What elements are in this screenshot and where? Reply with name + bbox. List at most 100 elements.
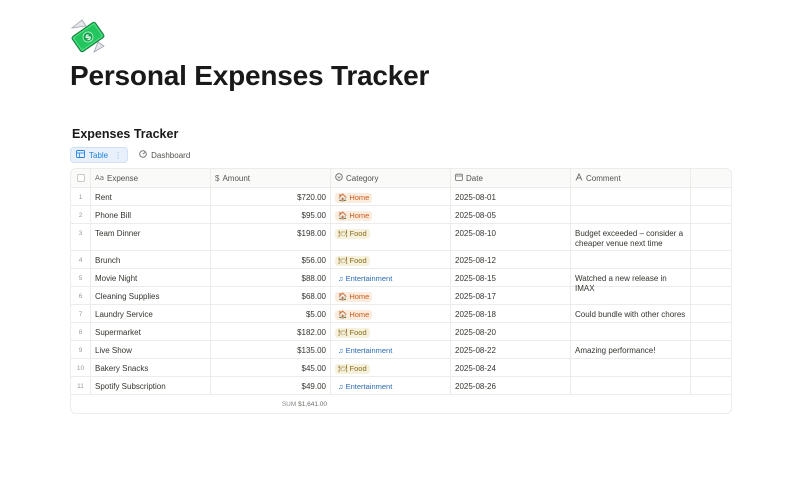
add-column-cell[interactable] bbox=[691, 169, 731, 187]
category-cell[interactable]: 🏠 Home bbox=[331, 287, 451, 304]
comment-cell[interactable] bbox=[571, 359, 691, 376]
category-tag[interactable]: ♫ Entertainment bbox=[335, 346, 395, 356]
amount-cell[interactable]: $49.00 bbox=[211, 377, 331, 394]
expense-cell[interactable]: Live Show bbox=[91, 341, 211, 358]
select-all-cell[interactable] bbox=[71, 169, 91, 187]
date-cell[interactable]: 2025-08-26 bbox=[451, 377, 571, 394]
category-tag[interactable]: 🍽 Food bbox=[335, 364, 370, 374]
category-cell[interactable]: 🍽 Food bbox=[331, 359, 451, 376]
comment-cell[interactable]: Budget exceeded – consider a cheaper ven… bbox=[571, 224, 691, 250]
category-tag[interactable]: 🏠 Home bbox=[335, 292, 373, 302]
amount-cell[interactable]: $88.00 bbox=[211, 269, 331, 286]
comment-cell[interactable] bbox=[571, 323, 691, 340]
category-tag[interactable]: 🏠 Home bbox=[335, 211, 373, 221]
expense-cell[interactable]: Brunch bbox=[91, 251, 211, 268]
tab-table[interactable]: Table ⋮ bbox=[70, 147, 129, 163]
amount-cell[interactable]: $56.00 bbox=[211, 251, 331, 268]
svg-text:Aa: Aa bbox=[95, 174, 104, 181]
select-all-checkbox[interactable] bbox=[76, 174, 85, 182]
category-cell[interactable]: ♫ Entertainment bbox=[331, 341, 451, 358]
comment-cell[interactable]: Amazing performance! bbox=[571, 341, 691, 358]
amount-cell[interactable]: $5.00 bbox=[211, 305, 331, 322]
table-row[interactable]: 5 Movie Night $88.00 ♫ Entertainment 2025-08-… bbox=[71, 269, 731, 293]
category-cell[interactable]: 🏠 Home bbox=[331, 305, 451, 322]
table-row[interactable]: 11 Spotify Subscription $49.00 ♫ Entertainme… bbox=[71, 377, 731, 395]
expense-cell[interactable]: Phone Bill bbox=[91, 206, 211, 223]
category-tag[interactable]: 🍽 Food bbox=[335, 229, 370, 239]
empty-cell bbox=[691, 206, 731, 223]
date-cell[interactable]: 2025-08-22 bbox=[451, 341, 571, 358]
table-row[interactable]: 6 Cleaning Supplies $68.00 🏠 Home 2025-08-17 bbox=[71, 287, 731, 305]
column-header-amount[interactable]: $ Amount bbox=[211, 169, 331, 187]
table-row[interactable]: 1 Rent $720.00 🏠 Home 2025-08-01 bbox=[71, 188, 731, 206]
select-icon bbox=[335, 173, 343, 183]
tab-dashboard[interactable]: Dashboard bbox=[134, 147, 195, 163]
fork-knife-icon: 🍽 bbox=[338, 364, 348, 373]
date-cell[interactable]: 2025-08-17 bbox=[451, 287, 571, 304]
row-number: 10 bbox=[71, 359, 91, 376]
category-cell[interactable]: 🍽 Food bbox=[331, 224, 451, 250]
table-row[interactable]: 10 Bakery Snacks $45.00 🍽 Food 2025-08-24 bbox=[71, 359, 731, 377]
table-footer: SUM $1,641.00 bbox=[71, 395, 731, 413]
category-cell[interactable]: ♫ Entertainment bbox=[331, 269, 451, 286]
text-icon: Aa bbox=[95, 173, 104, 183]
table-row[interactable]: 4 Brunch $56.00 🍽 Food 2025-08-12 bbox=[71, 251, 731, 269]
expense-cell[interactable]: Bakery Snacks bbox=[91, 359, 211, 376]
category-cell[interactable]: ♫ Entertainment bbox=[331, 377, 451, 394]
table-row[interactable]: 9 Live Show $135.00 ♫ Entertainment 2025-08-2… bbox=[71, 341, 731, 359]
category-cell[interactable]: 🏠 Home bbox=[331, 188, 451, 205]
amount-cell[interactable]: $135.00 bbox=[211, 341, 331, 358]
expense-cell[interactable]: Rent bbox=[91, 188, 211, 205]
category-label: Home bbox=[349, 211, 370, 220]
date-cell[interactable]: 2025-08-10 bbox=[451, 224, 571, 250]
more-icon[interactable]: ⋮ bbox=[114, 151, 122, 160]
comment-cell[interactable]: Watched a new release in IMAX bbox=[571, 269, 691, 293]
table-row[interactable]: 8 Supermarket $182.00 🍽 Food 2025-08-20 bbox=[71, 323, 731, 341]
date-cell[interactable]: 2025-08-24 bbox=[451, 359, 571, 376]
expense-cell[interactable]: Team Dinner bbox=[91, 224, 211, 250]
category-tag[interactable]: ♫ Entertainment bbox=[335, 274, 395, 284]
amount-cell[interactable]: $68.00 bbox=[211, 287, 331, 304]
column-header-comment[interactable]: Comment bbox=[571, 169, 691, 187]
expense-cell[interactable]: Movie Night bbox=[91, 269, 211, 286]
expense-cell[interactable]: Cleaning Supplies bbox=[91, 287, 211, 304]
date-cell[interactable]: 2025-08-01 bbox=[451, 188, 571, 205]
amount-cell[interactable]: $182.00 bbox=[211, 323, 331, 340]
table-row[interactable]: 7 Laundry Service $5.00 🏠 Home 2025-08-18 Coul… bbox=[71, 305, 731, 323]
comment-cell[interactable] bbox=[571, 287, 691, 304]
category-tag[interactable]: 🏠 Home bbox=[335, 310, 373, 320]
category-tag[interactable]: 🍽 Food bbox=[335, 328, 370, 338]
expense-cell[interactable]: Spotify Subscription bbox=[91, 377, 211, 394]
date-cell[interactable]: 2025-08-12 bbox=[451, 251, 571, 268]
category-tag[interactable]: 🍽 Food bbox=[335, 256, 370, 266]
amount-cell[interactable]: $95.00 bbox=[211, 206, 331, 223]
category-tag[interactable]: 🏠 Home bbox=[335, 193, 373, 203]
date-cell[interactable]: 2025-08-18 bbox=[451, 305, 571, 322]
amount-sum[interactable]: SUM $1,641.00 bbox=[211, 401, 331, 408]
comment-cell[interactable] bbox=[571, 188, 691, 205]
comment-cell[interactable]: Could bundle with other chores bbox=[571, 305, 691, 322]
database-title[interactable]: Expenses Tracker bbox=[72, 127, 178, 141]
column-header-expense[interactable]: Aa Expense bbox=[91, 169, 211, 187]
table-row[interactable]: 3 Team Dinner $198.00 🍽 Food 2025-08-10 Budget… bbox=[71, 224, 731, 251]
comment-cell[interactable] bbox=[571, 377, 691, 394]
date-cell[interactable]: 2025-08-05 bbox=[451, 206, 571, 223]
column-header-category[interactable]: Category bbox=[331, 169, 451, 187]
expense-cell[interactable]: Supermarket bbox=[91, 323, 211, 340]
category-cell[interactable]: 🏠 Home bbox=[331, 206, 451, 223]
table-row[interactable]: 2 Phone Bill $95.00 🏠 Home 2025-08-05 bbox=[71, 206, 731, 224]
amount-cell[interactable]: $198.00 bbox=[211, 224, 331, 250]
column-label: Expense bbox=[107, 173, 139, 183]
category-cell[interactable]: 🍽 Food bbox=[331, 323, 451, 340]
date-cell[interactable]: 2025-08-20 bbox=[451, 323, 571, 340]
expense-cell[interactable]: Laundry Service bbox=[91, 305, 211, 322]
date-cell[interactable]: 2025-08-15 bbox=[451, 269, 571, 286]
category-tag[interactable]: ♫ Entertainment bbox=[335, 382, 395, 392]
column-header-date[interactable]: Date bbox=[451, 169, 571, 187]
amount-cell[interactable]: $720.00 bbox=[211, 188, 331, 205]
comment-cell[interactable] bbox=[571, 206, 691, 223]
category-label: Food bbox=[349, 328, 367, 337]
comment-cell[interactable] bbox=[571, 251, 691, 268]
category-cell[interactable]: 🍽 Food bbox=[331, 251, 451, 268]
amount-cell[interactable]: $45.00 bbox=[211, 359, 331, 376]
